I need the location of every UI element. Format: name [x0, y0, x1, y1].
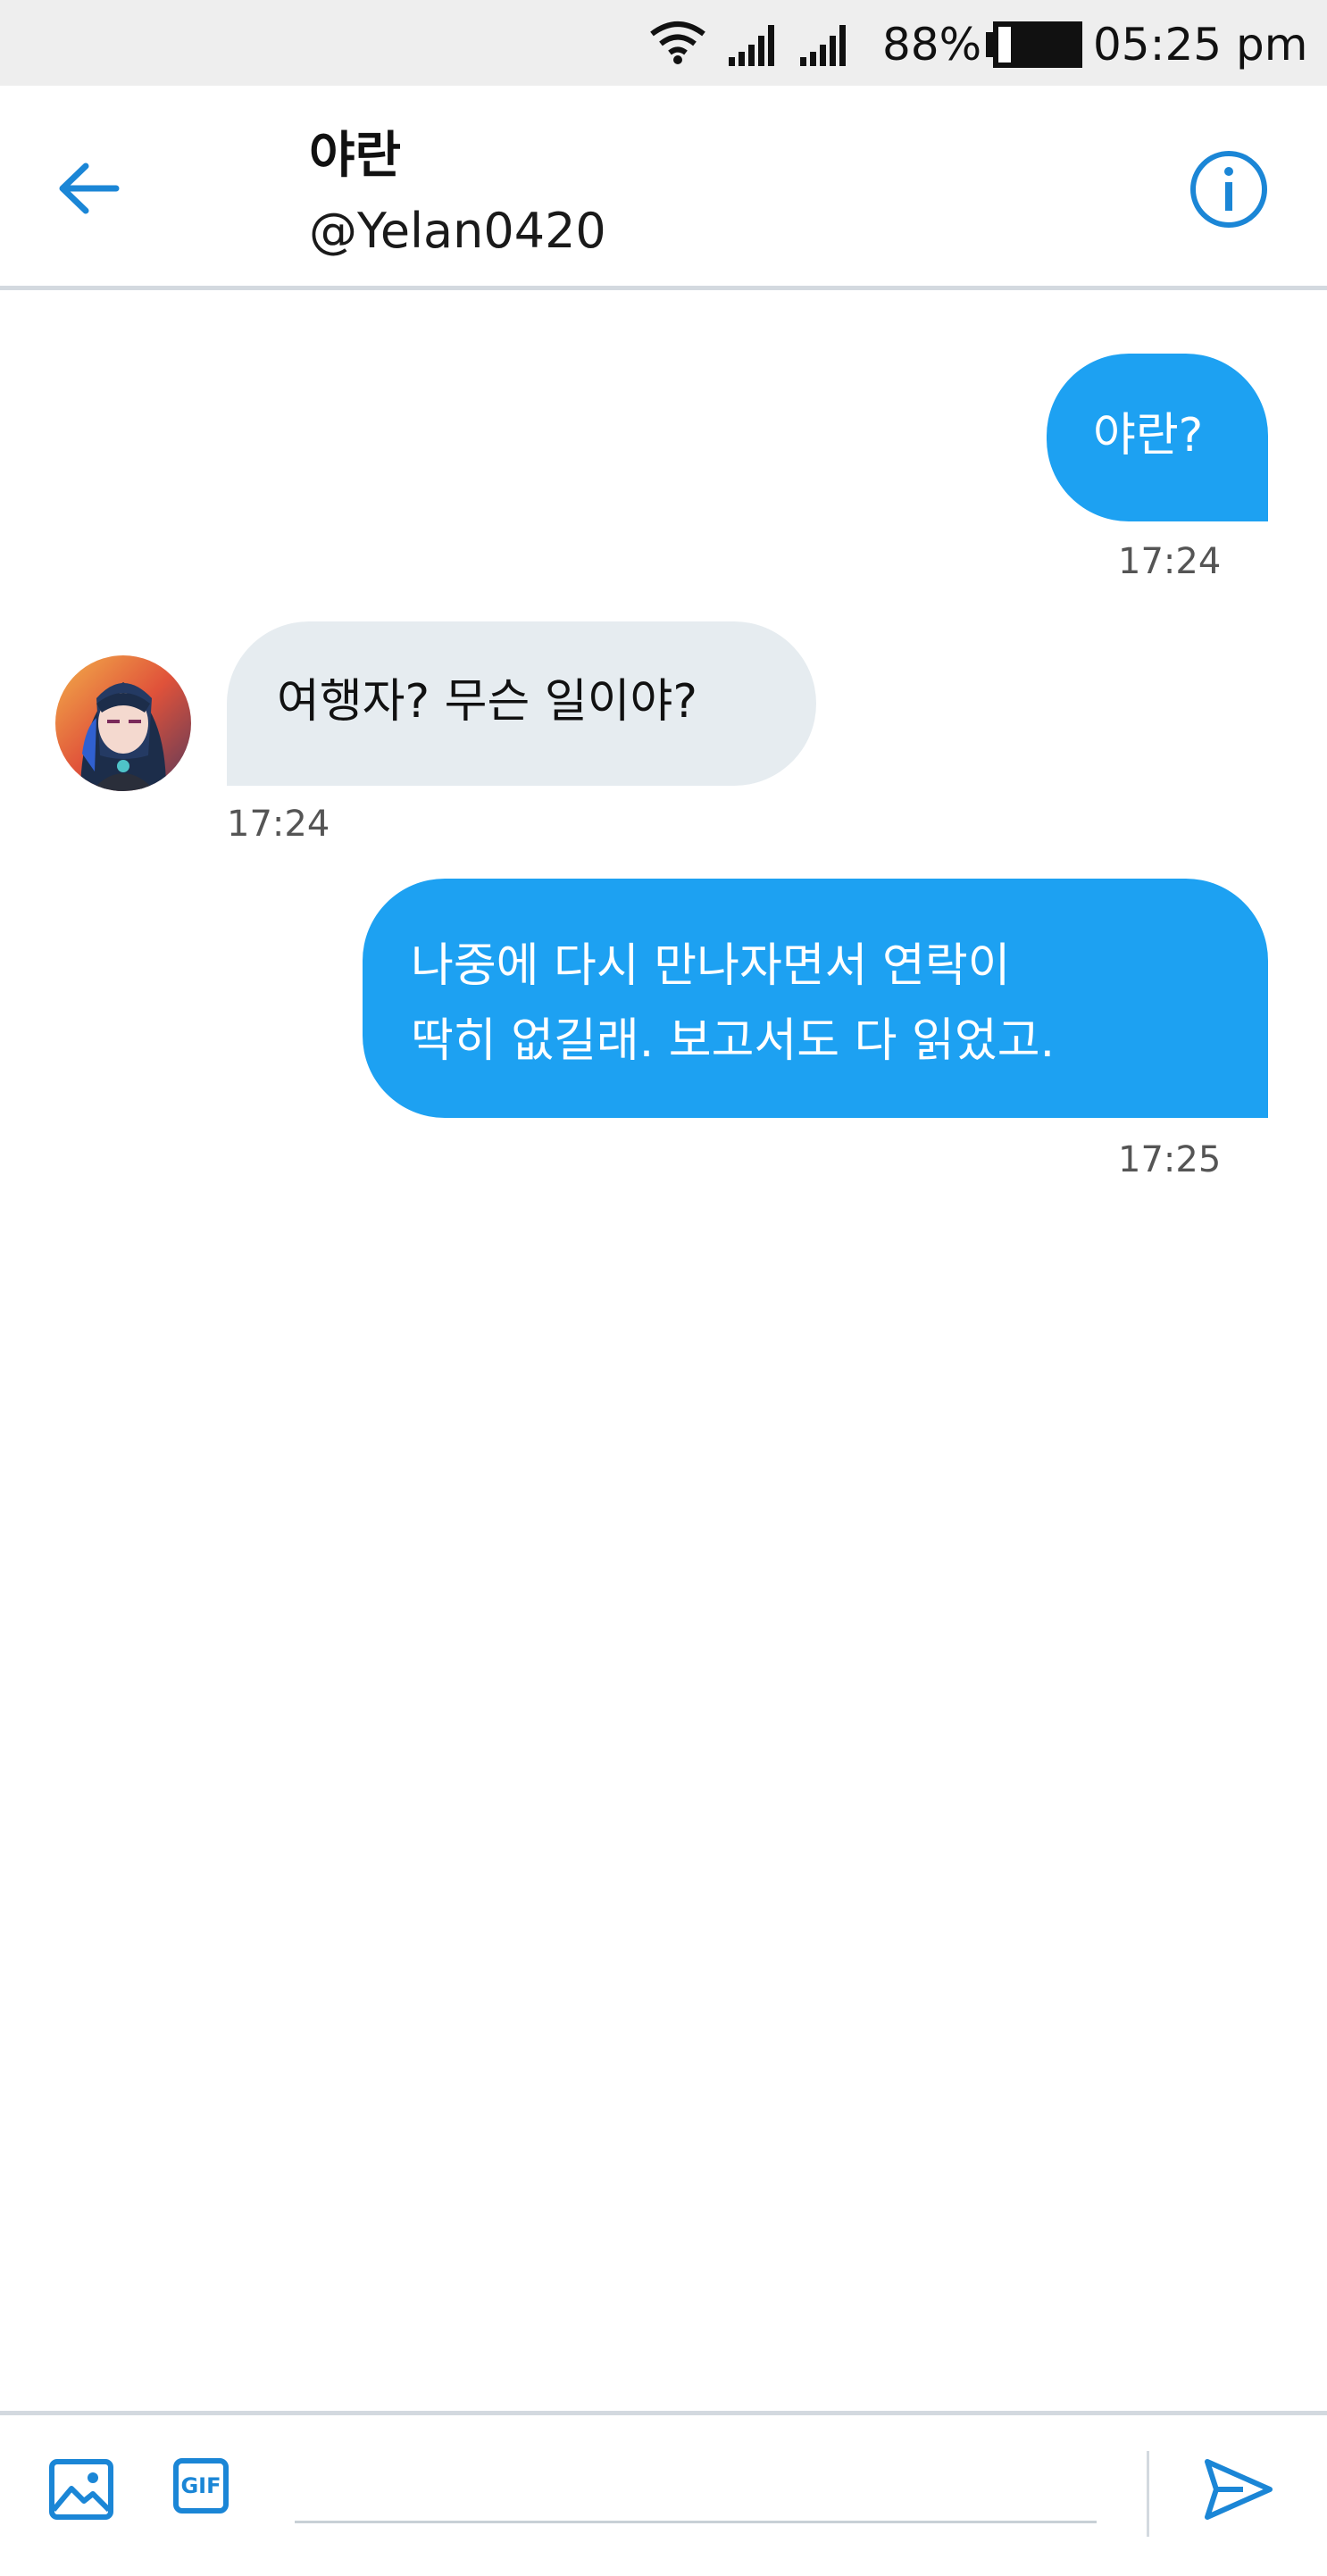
message-timestamp: 17:25 [1118, 1139, 1222, 1180]
contact-name: 야란 [309, 127, 402, 185]
message-text-line: 딱히 없길래. 보고서도 다 읽었고. [411, 1014, 1056, 1068]
message-bubble-outgoing[interactable]: 나중에 다시 만나자면서 연락이 딱히 없길래. 보고서도 다 읽었고. [363, 879, 1268, 1118]
message-bubble-outgoing[interactable]: 야란? [1047, 354, 1268, 521]
signal-icon [729, 25, 774, 66]
info-icon[interactable] [1188, 148, 1270, 230]
gif-icon[interactable]: GIF [173, 2458, 229, 2513]
message-text: 여행자? 무슨 일이야? [277, 675, 697, 729]
clock: 05:25 pm [1093, 19, 1308, 71]
message-input[interactable] [295, 2469, 1097, 2523]
message-timestamp: 17:24 [227, 804, 330, 845]
message-text-line: 나중에 다시 만나자면서 연락이 [411, 939, 1011, 993]
signal-icon [800, 25, 846, 66]
composer-divider [1147, 2451, 1149, 2537]
send-icon[interactable] [1202, 2456, 1275, 2522]
avatar[interactable] [55, 655, 191, 791]
battery-icon [986, 21, 1082, 68]
contact-handle: @Yelan0420 [309, 203, 606, 259]
back-arrow-icon[interactable] [54, 157, 125, 220]
gif-label: GIF [180, 2473, 221, 2498]
message-text: 야란? [1093, 409, 1204, 463]
battery-percent: 88% [882, 19, 982, 71]
status-bar: 88% 05:25 pm [0, 0, 1327, 86]
image-icon[interactable] [48, 2458, 114, 2521]
message-composer: GIF [0, 2411, 1327, 2576]
conversation-header: 야란 @Yelan0420 [0, 86, 1327, 290]
message-timestamp: 17:24 [1118, 541, 1222, 582]
wifi-icon [650, 21, 705, 64]
avatar-yelan [55, 655, 191, 791]
message-bubble-incoming[interactable]: 여행자? 무슨 일이야? [227, 621, 816, 786]
